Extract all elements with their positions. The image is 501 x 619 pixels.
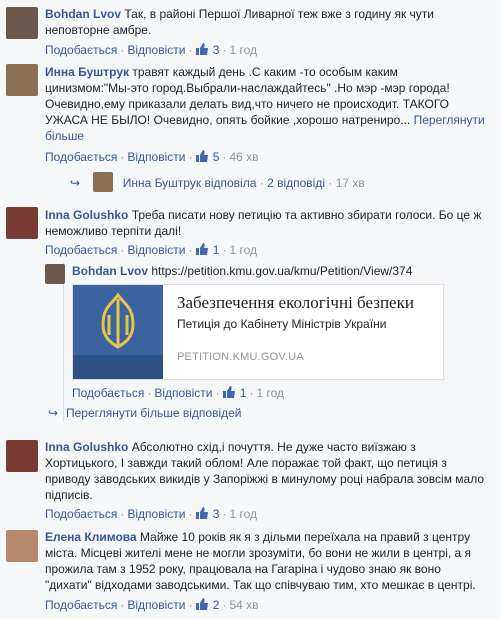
like-count[interactable]: 5 (213, 150, 220, 164)
reply-action: відповіла (204, 176, 257, 190)
reply-button[interactable]: Відповісти (127, 507, 185, 521)
reply-count[interactable]: 2 відповіді (267, 176, 325, 190)
comment-author[interactable]: Inna Golushko (45, 440, 128, 454)
like-button[interactable]: Подобається (72, 386, 144, 400)
like-button[interactable]: Подобається (45, 598, 117, 612)
thumbs-up-icon (195, 149, 209, 166)
comment-link[interactable]: https://petition.kmu.gov.ua/kmu/Petition… (151, 264, 412, 278)
reply-button[interactable]: Відповісти (127, 43, 185, 57)
avatar[interactable] (6, 64, 38, 96)
reply-button[interactable]: Відповісти (127, 243, 185, 257)
reply-button[interactable]: Відповісти (127, 150, 185, 164)
comment-time[interactable]: 46 хв (229, 150, 258, 164)
reply-button[interactable]: Відповісти (127, 598, 185, 612)
avatar[interactable] (45, 264, 65, 284)
thumbs-up-icon (195, 597, 209, 614)
comment-author[interactable]: Inna Golushko (45, 208, 128, 222)
link-preview[interactable]: Забезпечення екологічні безпеки Петиція … (72, 284, 444, 380)
comment-author[interactable]: Bohdan Lvov (72, 264, 148, 278)
reply-actions: Подобається · Відповісти · 1 · 1 год (72, 385, 285, 402)
like-count[interactable]: 3 (213, 507, 220, 521)
comment-author[interactable]: Инна Буштрук (45, 65, 129, 79)
thumbs-up-icon (195, 42, 209, 59)
like-count[interactable]: 2 (213, 598, 220, 612)
more-replies[interactable]: ↪ Переглянути більше відповідей (48, 405, 241, 421)
comment-time[interactable]: 1 год (229, 43, 257, 57)
avatar[interactable] (6, 7, 38, 39)
reply-arrow-icon: ↪ (48, 406, 59, 420)
replies-summary[interactable]: ↪ Инна Буштрук відповіла · 2 відповіді ·… (70, 172, 365, 192)
preview-subtitle: Петиція до Кабінету Міністрів України (177, 317, 387, 331)
thumbs-up-icon (195, 506, 209, 523)
like-count[interactable]: 1 (240, 386, 247, 400)
trident-image (73, 285, 163, 379)
like-button[interactable]: Подобається (45, 43, 117, 57)
comment-time[interactable]: 1 год (229, 243, 257, 257)
comment-time[interactable]: 1 год (229, 507, 257, 521)
like-button[interactable]: Подобається (45, 150, 117, 164)
thumbs-up-icon (222, 385, 236, 402)
reply-thread-line (63, 262, 64, 422)
preview-title[interactable]: Забезпечення екологічні безпеки (177, 293, 414, 313)
avatar (93, 172, 114, 192)
reply-time: 17 хв (335, 176, 365, 190)
avatar[interactable] (6, 207, 38, 239)
comment-time[interactable]: 54 хв (229, 598, 258, 612)
preview-domain: PETITION.KMU.GOV.UA (177, 351, 304, 363)
like-button[interactable]: Подобається (45, 507, 117, 521)
avatar[interactable] (6, 440, 38, 472)
avatar[interactable] (6, 530, 38, 562)
like-button[interactable]: Подобається (45, 243, 117, 257)
reply-arrow-icon: ↪ (70, 176, 81, 190)
comment-author[interactable]: Елена Климова (45, 530, 137, 544)
reply-author[interactable]: Инна Буштрук (123, 176, 201, 190)
reply-button[interactable]: Відповісти (154, 386, 212, 400)
like-count[interactable]: 1 (213, 243, 220, 257)
comment-author[interactable]: Bohdan Lvov (45, 7, 121, 21)
thumbs-up-icon (195, 242, 209, 259)
comment-time[interactable]: 1 год (256, 386, 284, 400)
like-count[interactable]: 3 (213, 43, 220, 57)
